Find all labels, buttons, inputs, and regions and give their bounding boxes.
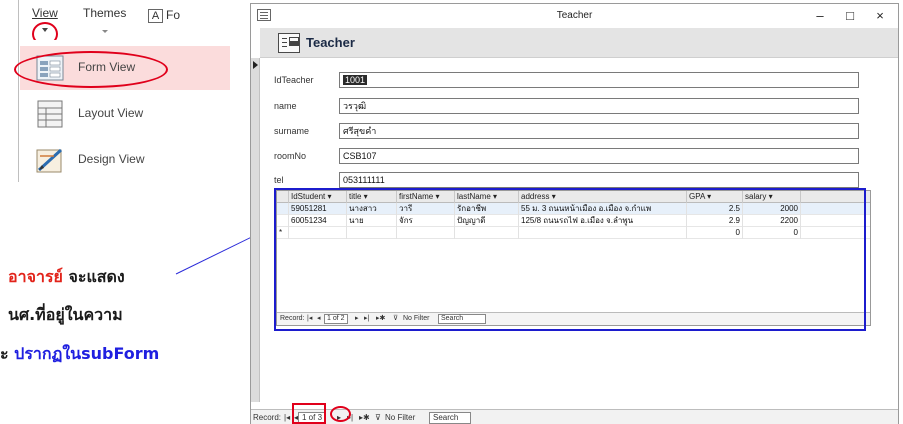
annotation-line-1: อาจารย์ จะแสดง — [8, 265, 125, 290]
field-value: 1001 — [343, 75, 368, 85]
font-icon[interactable]: A — [148, 9, 163, 23]
field-idteacher[interactable]: 1001 — [339, 72, 859, 88]
view-tab[interactable]: View — [32, 6, 58, 20]
menu-item-design-view[interactable]: Design View — [20, 138, 230, 182]
field-name[interactable]: วรวุฒิ — [339, 98, 859, 114]
annotation-line-2: นศ.ที่อยู่ในความ — [8, 303, 123, 328]
layout-view-icon — [37, 100, 63, 128]
menu-item-layout-view[interactable]: Layout View — [20, 92, 230, 136]
annotation-text: นศ.ที่อยู่ในความ — [8, 305, 123, 324]
field-label-name: name — [274, 101, 297, 111]
ribbon-crop: View Themes A Fo Form View Layout View D… — [0, 0, 230, 182]
field-label-idteacher: IdTeacher — [274, 75, 314, 85]
design-view-icon — [36, 148, 63, 173]
field-label-tel: tel — [274, 175, 284, 185]
ribbon-divider — [18, 0, 19, 182]
maximize-button[interactable]: □ — [835, 6, 865, 26]
first-record-button[interactable]: |◂ — [284, 410, 290, 424]
record-label: Record: — [253, 413, 282, 422]
field-surname[interactable]: ศรีสุขคำ — [339, 123, 859, 139]
highlight-record-position — [292, 403, 326, 424]
themes-tab[interactable]: Themes — [83, 6, 126, 20]
menu-item-label: Design View — [78, 152, 145, 166]
annotation-text: ะ — [0, 344, 15, 363]
field-label-surname: surname — [274, 126, 310, 136]
field-label-roomno: roomNo — [274, 151, 307, 161]
field-tel[interactable]: 053111111 — [339, 172, 859, 188]
close-button[interactable]: × — [865, 6, 895, 26]
annotation-line-3: ะ ปรากฏในsubForm — [0, 342, 159, 367]
field-roomno[interactable]: CSB107 — [339, 148, 859, 164]
menu-item-label: Layout View — [78, 106, 144, 120]
title-bar: Teacher – □ × — [251, 4, 898, 28]
annotation-red-text: อาจารย์ — [8, 267, 63, 286]
annotation-blue-text: ปรากฏในsubForm — [14, 344, 160, 363]
tutorial-screenshot: View Themes A Fo Form View Layout View D… — [0, 0, 903, 424]
highlight-subform-box — [274, 188, 866, 331]
new-record-button[interactable]: ▸✱ — [359, 410, 370, 424]
minimize-button[interactable]: – — [805, 6, 835, 26]
no-filter-button[interactable]: No Filter — [385, 410, 415, 424]
highlight-oval-form-view — [14, 51, 168, 88]
window-title: Teacher — [556, 10, 593, 21]
filter-icon: ⊽ — [375, 413, 381, 422]
form-header: Teacher — [260, 28, 898, 58]
search-input[interactable]: Search — [429, 412, 471, 424]
form-header-title: Teacher — [306, 35, 355, 50]
themes-dropdown-arrow-icon[interactable] — [102, 30, 108, 33]
annotation-text: จะแสดง — [62, 267, 125, 286]
record-selector[interactable] — [251, 58, 260, 402]
highlight-next-button — [330, 406, 351, 422]
current-record-arrow-icon — [253, 61, 258, 69]
form-header-icon — [278, 33, 300, 53]
font-label: Fo — [166, 8, 181, 22]
